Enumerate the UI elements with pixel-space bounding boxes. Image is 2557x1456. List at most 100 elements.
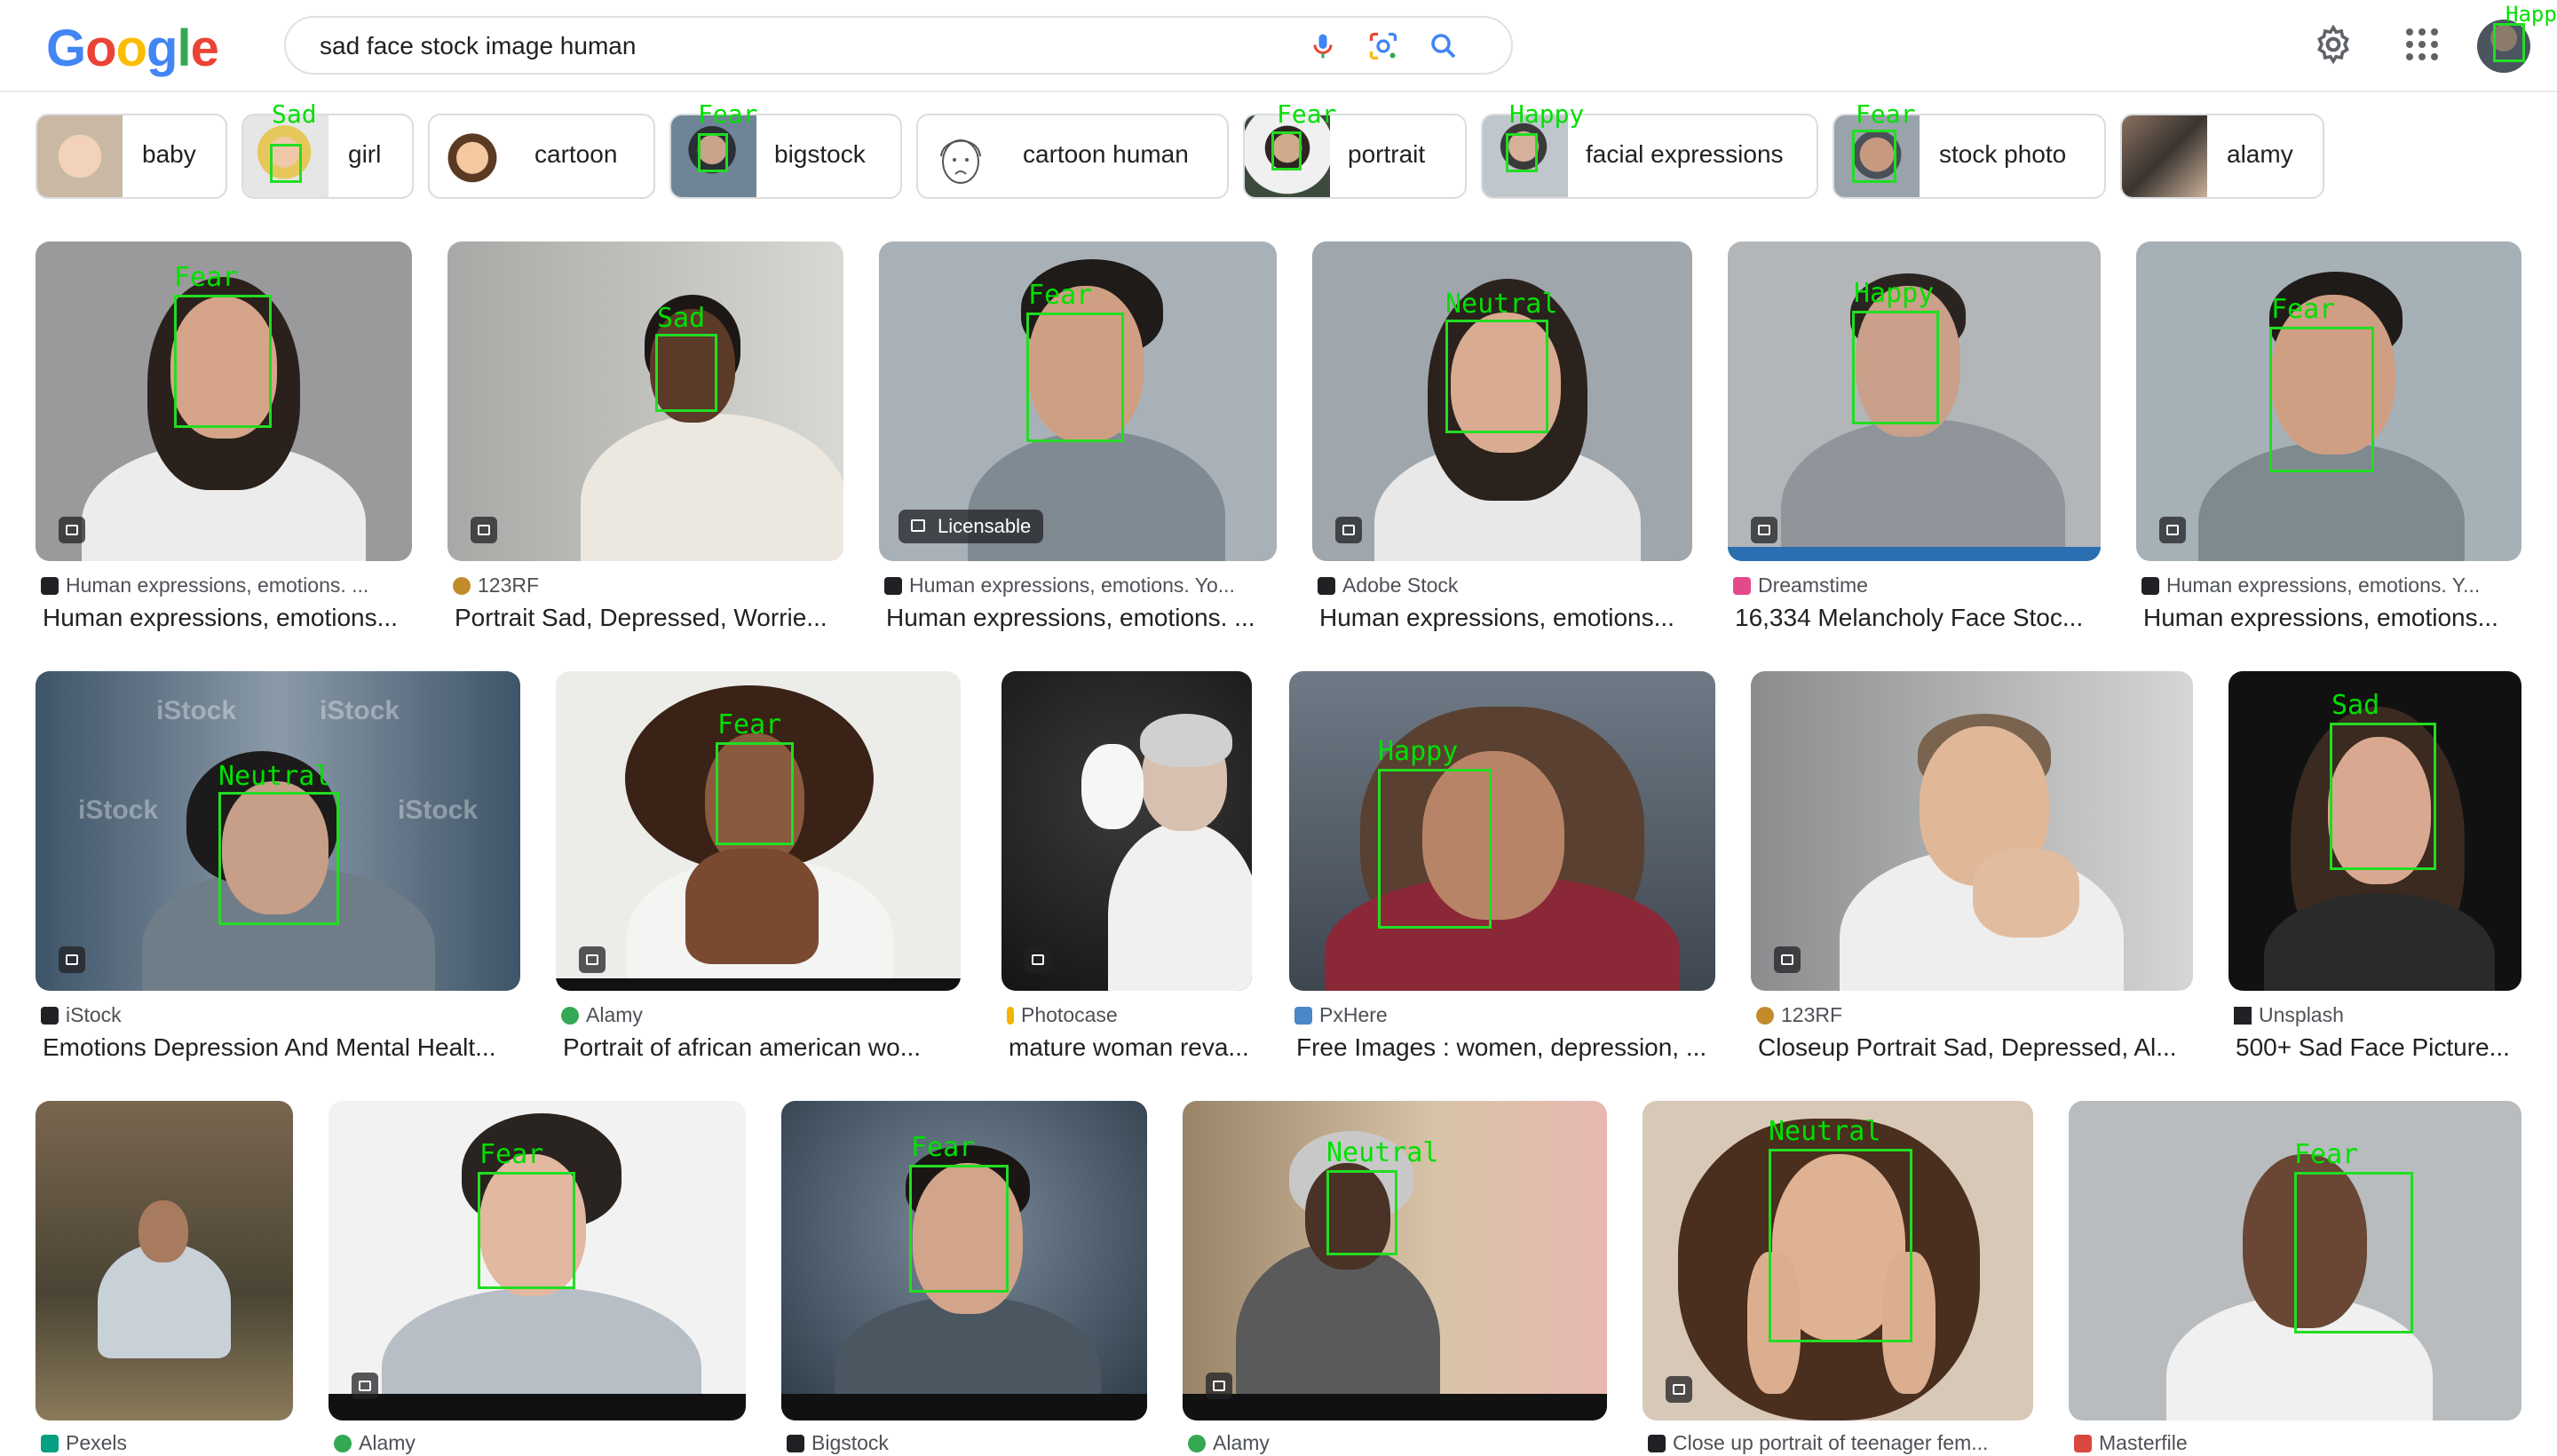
source-label: Photocase xyxy=(1021,1003,1118,1026)
result-source[interactable]: Human expressions, emotions. Yo... xyxy=(884,572,1273,598)
chip-label: stock photo xyxy=(1939,140,2067,168)
result-source[interactable]: Pexels xyxy=(41,1429,293,1456)
face-detection-label: Happy xyxy=(1509,99,1585,129)
search-input[interactable] xyxy=(320,28,1261,64)
source-label: Bigstock xyxy=(811,1431,889,1454)
microphone-icon[interactable] xyxy=(1307,30,1339,62)
account-avatar[interactable]: Happ xyxy=(2477,2,2557,73)
face-detection-label: Fear xyxy=(1277,99,1337,129)
search-icon[interactable] xyxy=(1428,30,1460,62)
face-detection-label: Fear xyxy=(911,1132,976,1163)
watermark: iStock xyxy=(156,696,237,725)
source-favicon-icon xyxy=(41,577,59,595)
source-favicon-icon xyxy=(41,1435,59,1452)
source-label: Human expressions, emotions. Y... xyxy=(2166,574,2481,597)
chip-baby[interactable]: baby xyxy=(36,114,227,199)
result-image: Sad xyxy=(447,241,843,561)
face-detection-label: Happy xyxy=(1854,278,1935,309)
face-detection-label: Fear xyxy=(717,709,782,740)
source-label: Adobe Stock xyxy=(1342,574,1459,597)
licensable-badge: Licensable xyxy=(899,510,1044,543)
result-image: Neutral xyxy=(1643,1101,2033,1420)
source-label: Dreamstime xyxy=(1758,574,1868,597)
face-detection-label: Neutral xyxy=(1326,1137,1439,1168)
result-source[interactable]: PxHere xyxy=(1294,1001,1715,1028)
settings-gear-icon[interactable] xyxy=(2312,21,2355,67)
apps-grid-icon[interactable] xyxy=(2401,21,2443,67)
lens-camera-icon[interactable] xyxy=(1367,30,1399,62)
source-favicon-icon xyxy=(334,1435,352,1452)
result-title[interactable]: mature woman reva... xyxy=(1009,1032,1252,1064)
result-source[interactable]: Human expressions, emotions. Y... xyxy=(2141,572,2520,598)
result-title[interactable]: Free Images : women, depression, ... xyxy=(1296,1032,1715,1064)
result-title[interactable]: Human expressions, emotions... xyxy=(43,602,412,634)
result-title[interactable]: Human expressions, emotions... xyxy=(2143,602,2521,634)
result-title[interactable]: 500+ Sad Face Picture... xyxy=(2236,1032,2521,1064)
image-type-icon xyxy=(1751,517,1777,543)
face-detection-label: Fear xyxy=(2271,294,2336,325)
chip-girl[interactable]: Sad girl xyxy=(241,99,414,199)
result-source[interactable]: Alamy xyxy=(561,1001,961,1028)
face-detection-box xyxy=(174,295,272,428)
result-source[interactable]: Alamy xyxy=(1188,1429,1607,1456)
chip-cartoon[interactable]: cartoon xyxy=(428,114,655,199)
google-logo[interactable]: Google xyxy=(46,18,219,80)
chip-cartoon-human[interactable]: cartoon human xyxy=(916,114,1229,199)
face-detection-box xyxy=(1378,769,1492,929)
chip-stock-photo[interactable]: Fear stock photo xyxy=(1833,99,2106,199)
result-source[interactable]: 123RF xyxy=(453,572,835,598)
chip-thumbnail xyxy=(37,115,123,197)
source-favicon-icon xyxy=(1648,1435,1666,1452)
result-title[interactable]: Portrait of african american wo... xyxy=(563,1032,961,1064)
result-source[interactable]: Alamy xyxy=(334,1429,746,1456)
face-detection-box xyxy=(1769,1149,1912,1342)
chip-thumbnail xyxy=(430,115,515,197)
chip-label: cartoon human xyxy=(1023,140,1189,168)
source-label: Unsplash xyxy=(2259,1003,2344,1026)
face-detection-box xyxy=(270,144,302,183)
chip-label: baby xyxy=(142,140,196,168)
result-title[interactable]: Human expressions, emotions... xyxy=(1319,602,1692,634)
result-title[interactable]: Portrait Sad, Depressed, Worrie... xyxy=(455,602,843,634)
watermark: iStock xyxy=(398,795,479,825)
result-title[interactable]: Emotions Depression And Mental Healt... xyxy=(43,1032,520,1064)
result-source[interactable]: Close up portrait of teenager fem... xyxy=(1648,1429,2033,1456)
result-title[interactable]: Human expressions, emotions. ... xyxy=(886,602,1277,634)
result-image xyxy=(1001,671,1252,991)
header-bar: Google Happ xyxy=(0,0,2557,92)
result-source[interactable]: Dreamstime xyxy=(1733,572,2097,598)
face-detection-box xyxy=(716,742,794,845)
cartoon-face-icon xyxy=(940,139,981,184)
image-type-icon xyxy=(1335,517,1362,543)
chip-facial-expressions[interactable]: Happy facial expressions xyxy=(1481,99,1818,199)
source-favicon-icon xyxy=(453,577,471,595)
result-source[interactable]: Human expressions, emotions. ... xyxy=(41,572,405,598)
result-title[interactable]: Closeup Portrait Sad, Depressed, Al... xyxy=(1758,1032,2193,1064)
face-detection-box xyxy=(1271,131,1302,170)
source-label: 123RF xyxy=(1781,1003,1843,1026)
result-image: Happy xyxy=(1289,671,1715,991)
source-favicon-icon xyxy=(1294,1007,1312,1025)
source-label: Alamy xyxy=(586,1003,643,1026)
chip-bigstock[interactable]: Fear bigstock xyxy=(669,99,902,199)
result-source[interactable]: Photocase xyxy=(1007,1001,1252,1028)
face-detection-label: Neutral xyxy=(218,761,331,792)
result-source[interactable]: Bigstock xyxy=(787,1429,1147,1456)
result-title[interactable]: 16,334 Melancholy Face Stoc... xyxy=(1735,602,2101,634)
face-detection-label: Fear xyxy=(479,1139,544,1170)
face-detection-label: Fear xyxy=(698,99,758,129)
image-type-icon xyxy=(1666,1376,1692,1403)
source-favicon-icon xyxy=(1188,1435,1206,1452)
source-favicon-icon xyxy=(1318,577,1335,595)
result-image: Happy xyxy=(1728,241,2101,561)
chip-portrait[interactable]: Fear portrait xyxy=(1243,99,1467,199)
image-type-icon xyxy=(352,1373,378,1399)
chip-label: girl xyxy=(348,140,382,168)
face-detection-box xyxy=(1326,1170,1397,1255)
result-source[interactable]: 123RF xyxy=(1756,1001,2191,1028)
result-source[interactable]: Adobe Stock xyxy=(1318,572,1690,598)
result-source[interactable]: iStock xyxy=(41,1001,520,1028)
result-source[interactable]: Unsplash xyxy=(2234,1001,2521,1028)
result-source[interactable]: Masterfile xyxy=(2074,1429,2521,1456)
chip-alamy[interactable]: alamy xyxy=(2120,114,2324,199)
